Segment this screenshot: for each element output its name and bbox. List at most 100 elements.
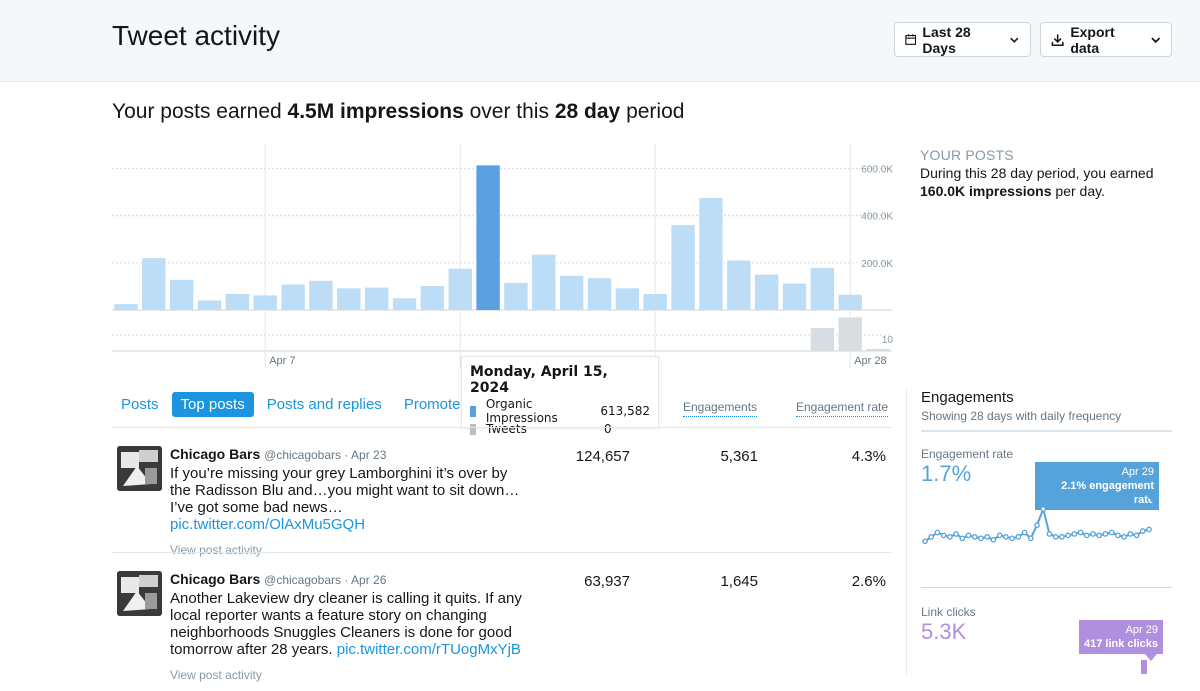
impressions-bar bbox=[281, 284, 305, 310]
impressions-bar bbox=[420, 285, 445, 310]
impressions-bar bbox=[810, 268, 835, 310]
sparkline-point bbox=[1027, 535, 1034, 542]
post-engagement-rate: 2.6% bbox=[851, 573, 886, 590]
sparkline-point bbox=[1108, 529, 1115, 536]
impressions-bar bbox=[392, 298, 417, 310]
sparkline-point bbox=[984, 534, 991, 540]
engagements-title: Engagements bbox=[921, 389, 1014, 406]
sparkline-point bbox=[996, 532, 1003, 539]
y-tick-label: 200.0K bbox=[861, 259, 893, 270]
avatar-image bbox=[117, 446, 162, 491]
impressions-bar bbox=[643, 293, 667, 310]
view-post-activity-link[interactable]: View post activity bbox=[170, 668, 530, 682]
sparkline-point bbox=[940, 532, 947, 539]
sparkline-point bbox=[928, 534, 935, 540]
divider bbox=[921, 430, 1172, 432]
sparkline-point bbox=[1127, 531, 1134, 537]
impressions-bar bbox=[727, 260, 751, 310]
impressions-bar bbox=[225, 293, 250, 310]
avatar[interactable] bbox=[117, 571, 162, 616]
avatar[interactable] bbox=[117, 446, 162, 491]
chart-tooltip: Monday, April 15, 2024 Organic Impressio… bbox=[461, 356, 659, 436]
engagements-column-header[interactable]: Engagements bbox=[683, 400, 758, 417]
y-tick-label: 600.0K bbox=[861, 165, 893, 176]
x-tick-label: Apr 7 bbox=[269, 355, 295, 367]
post-impressions: 124,657 bbox=[575, 448, 630, 465]
sparkline-point bbox=[1046, 531, 1053, 537]
link-clicks-bar bbox=[1141, 660, 1147, 674]
divider bbox=[921, 587, 1172, 588]
sparkline-point bbox=[934, 529, 941, 536]
impressions-bar bbox=[142, 258, 166, 310]
post-link[interactable]: pic.twitter.com/OlAxMu5GQH bbox=[170, 516, 365, 533]
tab-posts-and-replies[interactable]: Posts and replies bbox=[258, 392, 391, 417]
export-data-label: Export data bbox=[1070, 23, 1115, 56]
badge-date: Apr 29 bbox=[1121, 466, 1154, 478]
post-author[interactable]: Chicago Bars bbox=[170, 571, 260, 587]
view-post-activity-link[interactable]: View post activity bbox=[170, 543, 530, 557]
impressions-bar bbox=[559, 275, 584, 310]
engagement-rate-sparkline bbox=[922, 505, 1152, 545]
y-tick-label: 10 bbox=[882, 335, 894, 346]
sparkline-point bbox=[1077, 529, 1084, 536]
post-engagements: 1,645 bbox=[720, 573, 758, 590]
tab-top-posts[interactable]: Top posts bbox=[171, 392, 254, 417]
daily-impressions: 160.0K impressions bbox=[920, 183, 1052, 199]
date-range-button[interactable]: Last 28 Days bbox=[894, 22, 1031, 57]
summary-impressions: 4.5M impressions bbox=[287, 100, 464, 123]
sparkline-point bbox=[947, 534, 953, 540]
impressions-bar bbox=[253, 295, 277, 310]
post-author[interactable]: Chicago Bars bbox=[170, 446, 260, 462]
sparkline-point bbox=[1090, 531, 1096, 537]
impressions-bar bbox=[754, 274, 779, 310]
impressions-bar bbox=[671, 225, 695, 310]
chevron-down-icon bbox=[1010, 37, 1019, 43]
sparkline-point bbox=[1034, 522, 1040, 528]
impressions-bar bbox=[782, 283, 807, 310]
x-tick-label: Apr 28 bbox=[854, 355, 886, 367]
sparkline-point bbox=[990, 536, 997, 543]
sparkline-point bbox=[978, 535, 984, 542]
sparkline-point bbox=[1065, 532, 1071, 539]
tooltip-date: Monday, April 15, 2024 bbox=[470, 364, 608, 396]
link-clicks-badge: Apr 29 417 link clicks bbox=[1079, 620, 1163, 654]
engagement-rate-label: Engagement rate bbox=[921, 447, 1014, 461]
engagements-panel: Engagements Showing 28 days with daily f… bbox=[906, 389, 1200, 674]
sparkline-point bbox=[1003, 534, 1009, 540]
engagement-rate-value: 1.7% bbox=[921, 461, 972, 486]
post-tabs: Posts Top posts Posts and replies Promot… bbox=[112, 392, 482, 417]
engagement-rate-column-header[interactable]: Engagement rate bbox=[796, 400, 889, 417]
divider bbox=[112, 552, 892, 553]
calendar-icon bbox=[905, 34, 917, 45]
impressions-bar bbox=[476, 165, 500, 310]
sparkline-point bbox=[1121, 534, 1127, 540]
impressions-bar bbox=[448, 268, 472, 310]
sparkline-point bbox=[1083, 532, 1090, 539]
export-data-button[interactable]: Export data bbox=[1040, 22, 1172, 57]
sparkline-point bbox=[971, 534, 978, 540]
post-row[interactable]: Chicago Bars @chicagobars · Apr 26 Anoth… bbox=[112, 571, 892, 691]
sparkline-point bbox=[1052, 534, 1059, 540]
sparkline-point bbox=[922, 538, 928, 545]
impressions-bar bbox=[615, 288, 640, 310]
tab-posts[interactable]: Posts bbox=[112, 392, 168, 417]
summary-prefix: Your posts earned bbox=[112, 100, 282, 123]
impressions-bar bbox=[114, 304, 138, 310]
tooltip-label: Organic Impressions bbox=[485, 397, 558, 425]
impressions-bar bbox=[364, 287, 389, 310]
download-icon bbox=[1051, 33, 1064, 46]
post-link[interactable]: pic.twitter.com/rTUogMxYjB bbox=[337, 641, 521, 658]
badge-text: 417 link clicks bbox=[1084, 638, 1158, 650]
sparkline-point bbox=[965, 532, 972, 539]
post-meta: @chicagobars · Apr 23 bbox=[264, 448, 387, 462]
date-range-label: Last 28 Days bbox=[922, 23, 971, 56]
post-row[interactable]: Chicago Bars @chicagobars · Apr 23 If yo… bbox=[112, 446, 892, 566]
sparkline-point bbox=[1096, 532, 1103, 539]
divider bbox=[112, 427, 892, 428]
your-posts-line: During this 28 day period, you earned bbox=[920, 165, 1154, 181]
sparkline-point bbox=[1115, 532, 1121, 539]
impressions-bar bbox=[169, 279, 194, 310]
page-title: Tweet activity bbox=[112, 20, 281, 51]
post-text: If you’re missing your grey Lamborghini … bbox=[170, 465, 520, 516]
impressions-bar bbox=[197, 300, 222, 310]
